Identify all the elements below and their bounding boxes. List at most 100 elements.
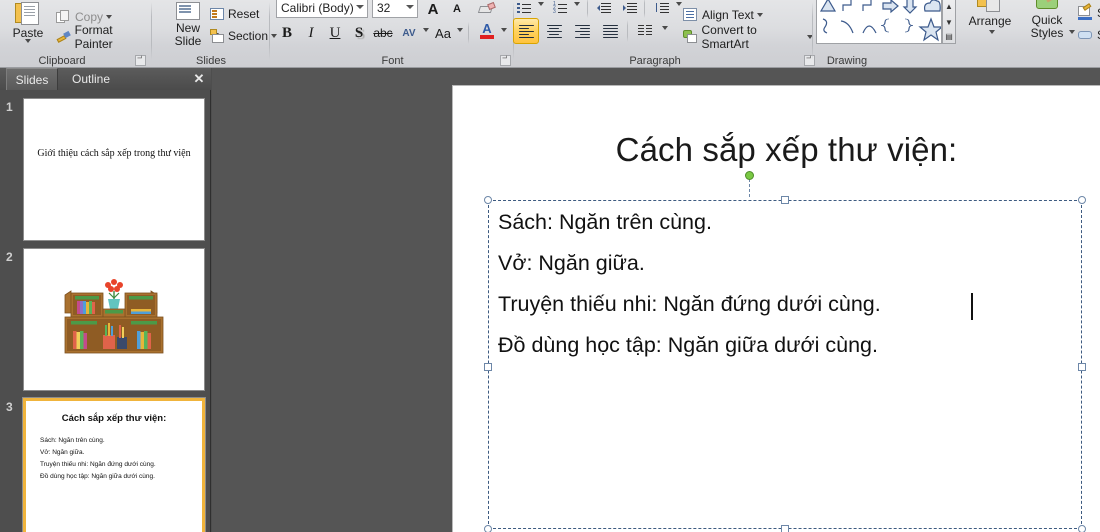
character-spacing-button[interactable]: AV — [398, 22, 420, 44]
ribbon-group-slides: New Slide Reset Section Slides — [152, 0, 278, 67]
format-painter-button[interactable]: Format Painter — [54, 23, 152, 51]
shape-fill-button[interactable] — [1076, 0, 1096, 2]
section-button[interactable]: Section — [208, 27, 278, 45]
shrink-font-button[interactable]: A — [446, 0, 468, 20]
slide-workspace: Cách sắp xếp thư viện: Sách: Ngăn trên c… — [212, 68, 1100, 532]
columns-dropdown[interactable] — [659, 26, 668, 30]
font-group-label: Font — [381, 55, 404, 67]
paste-dropdown[interactable] — [22, 36, 36, 46]
shapes-gallery[interactable] — [816, 0, 942, 44]
numbering-button[interactable]: 123 — [549, 0, 571, 18]
reset-button[interactable]: Reset — [208, 5, 259, 23]
close-panel-icon[interactable]: ✕ — [191, 71, 207, 87]
reset-icon — [210, 7, 225, 21]
new-slide-button[interactable]: New Slide — [162, 2, 214, 48]
align-left-button[interactable] — [513, 18, 539, 44]
resize-handle-top-right[interactable] — [1078, 196, 1086, 204]
format-painter-label: Format Painter — [74, 23, 113, 51]
font-color-dropdown[interactable] — [498, 28, 507, 32]
ribbon-group-drawing: ▲ ▼ ▤ Arrange Quick Styles Drawing — [814, 0, 1100, 67]
strikethrough-button[interactable]: abc — [372, 22, 394, 44]
resize-handle-bottom-center[interactable] — [781, 525, 789, 532]
paintbrush-icon — [56, 30, 71, 44]
shapes-gallery-scroll[interactable]: ▲ ▼ ▤ — [942, 0, 956, 44]
increase-indent-button[interactable] — [619, 0, 641, 18]
rotation-handle[interactable] — [745, 171, 754, 180]
shape-effects-button[interactable]: Shape — [1076, 26, 1100, 44]
font-size-value: 32 — [377, 1, 391, 15]
line-spacing-button[interactable] — [651, 0, 673, 18]
arrange-button[interactable]: Arrange — [962, 0, 1018, 42]
font-color-button[interactable]: A — [476, 20, 498, 42]
convert-to-smartart-label: Convert to SmartArt — [701, 23, 757, 51]
clipboard-dialog-launcher[interactable] — [135, 55, 146, 66]
chevron-down-icon — [574, 2, 580, 6]
thumbnail-3-line: Đồ dùng học tập: Ngăn giữa dưới cùng. — [40, 473, 155, 481]
italic-button[interactable]: I — [300, 22, 322, 44]
decrease-indent-button[interactable] — [593, 0, 615, 18]
slide-thumbnail-3[interactable]: Cách sắp xếp thư viện: Sách: Ngăn trên c… — [22, 397, 206, 532]
font-name-combo[interactable]: Calibri (Body) — [276, 0, 368, 18]
chevron-down-icon — [106, 15, 113, 19]
grow-font-button[interactable]: A — [422, 0, 444, 20]
resize-handle-bottom-left[interactable] — [484, 525, 492, 532]
section-icon — [210, 29, 225, 43]
font-name-value: Calibri (Body) — [281, 1, 354, 15]
chevron-down-icon — [756, 13, 763, 17]
chevron-down-icon — [501, 28, 507, 32]
decrease-indent-icon — [597, 2, 611, 13]
justify-button[interactable] — [597, 18, 623, 44]
bullets-dropdown[interactable] — [535, 2, 544, 6]
align-text-icon — [683, 8, 698, 22]
tab-slides[interactable]: Slides — [6, 68, 58, 90]
align-right-button[interactable] — [569, 18, 595, 44]
body-text-line-4[interactable]: Đồ dùng học tập: Ngăn giữa dưới cùng. — [498, 333, 878, 358]
text-shadow-button[interactable]: S — [348, 22, 370, 44]
slide-thumbnail-1[interactable]: Giới thiệu cách sắp xếp trong thư viện — [23, 98, 205, 241]
align-text-button[interactable]: Align Text — [681, 6, 763, 24]
body-text-line-1[interactable]: Sách: Ngăn trên cùng. — [498, 210, 712, 235]
underline-button[interactable]: U — [324, 22, 346, 44]
change-case-button[interactable]: Aa — [432, 22, 454, 44]
slide-canvas[interactable]: Cách sắp xếp thư viện: Sách: Ngăn trên c… — [452, 85, 1100, 532]
shape-outline-button[interactable]: Shape — [1076, 2, 1100, 22]
resize-handle-top-left[interactable] — [484, 196, 492, 204]
content-placeholder[interactable]: Sách: Ngăn trên cùng. Vở: Ngăn giữa. Tru… — [484, 196, 1086, 532]
panel-tab-bar: Slides Outline ✕ — [0, 68, 211, 90]
align-center-icon — [546, 24, 562, 39]
body-text-line-3[interactable]: Truyện thiếu nhi: Ngăn đứng dưới cùng. — [498, 292, 881, 317]
gallery-scroll-up-icon[interactable]: ▲ — [943, 0, 955, 14]
chevron-down-icon — [356, 5, 364, 9]
columns-button[interactable] — [633, 20, 657, 42]
columns-icon — [637, 25, 653, 37]
bullets-button[interactable] — [513, 0, 535, 18]
tab-outline[interactable]: Outline — [60, 68, 122, 90]
underline-label: U — [329, 24, 341, 41]
resize-handle-middle-right[interactable] — [1078, 363, 1086, 371]
body-text-line-2[interactable]: Vở: Ngăn giữa. — [498, 251, 645, 276]
quick-styles-icon — [1034, 0, 1060, 14]
resize-handle-middle-left[interactable] — [484, 363, 492, 371]
increase-indent-icon — [623, 2, 637, 13]
font-size-combo[interactable]: 32 — [372, 0, 418, 18]
eraser-icon — [477, 1, 496, 15]
clear-formatting-button[interactable] — [476, 0, 498, 20]
gallery-more-icon[interactable]: ▤ — [943, 29, 955, 44]
thumbnail-number-3: 3 — [6, 400, 13, 414]
character-spacing-dropdown[interactable] — [420, 28, 429, 32]
quick-styles-dropdown[interactable] — [1066, 30, 1075, 34]
resize-handle-top-center[interactable] — [781, 196, 789, 204]
numbering-dropdown[interactable] — [571, 2, 580, 6]
bookshelf-icon — [64, 279, 164, 354]
slide-thumbnail-2[interactable] — [23, 248, 205, 391]
slide-title[interactable]: Cách sắp xếp thư viện: — [493, 131, 1080, 169]
gallery-scroll-down-icon[interactable]: ▼ — [943, 15, 955, 30]
align-center-button[interactable] — [541, 18, 567, 44]
bold-button[interactable]: B — [276, 22, 298, 44]
quick-styles-button[interactable]: Quick Styles — [1020, 0, 1074, 42]
section-label: Section — [228, 29, 269, 43]
resize-handle-bottom-right[interactable] — [1078, 525, 1086, 532]
font-color-swatch — [480, 35, 494, 39]
convert-to-smartart-button[interactable]: Convert to SmartArt — [681, 23, 813, 51]
change-case-dropdown[interactable] — [454, 28, 463, 32]
